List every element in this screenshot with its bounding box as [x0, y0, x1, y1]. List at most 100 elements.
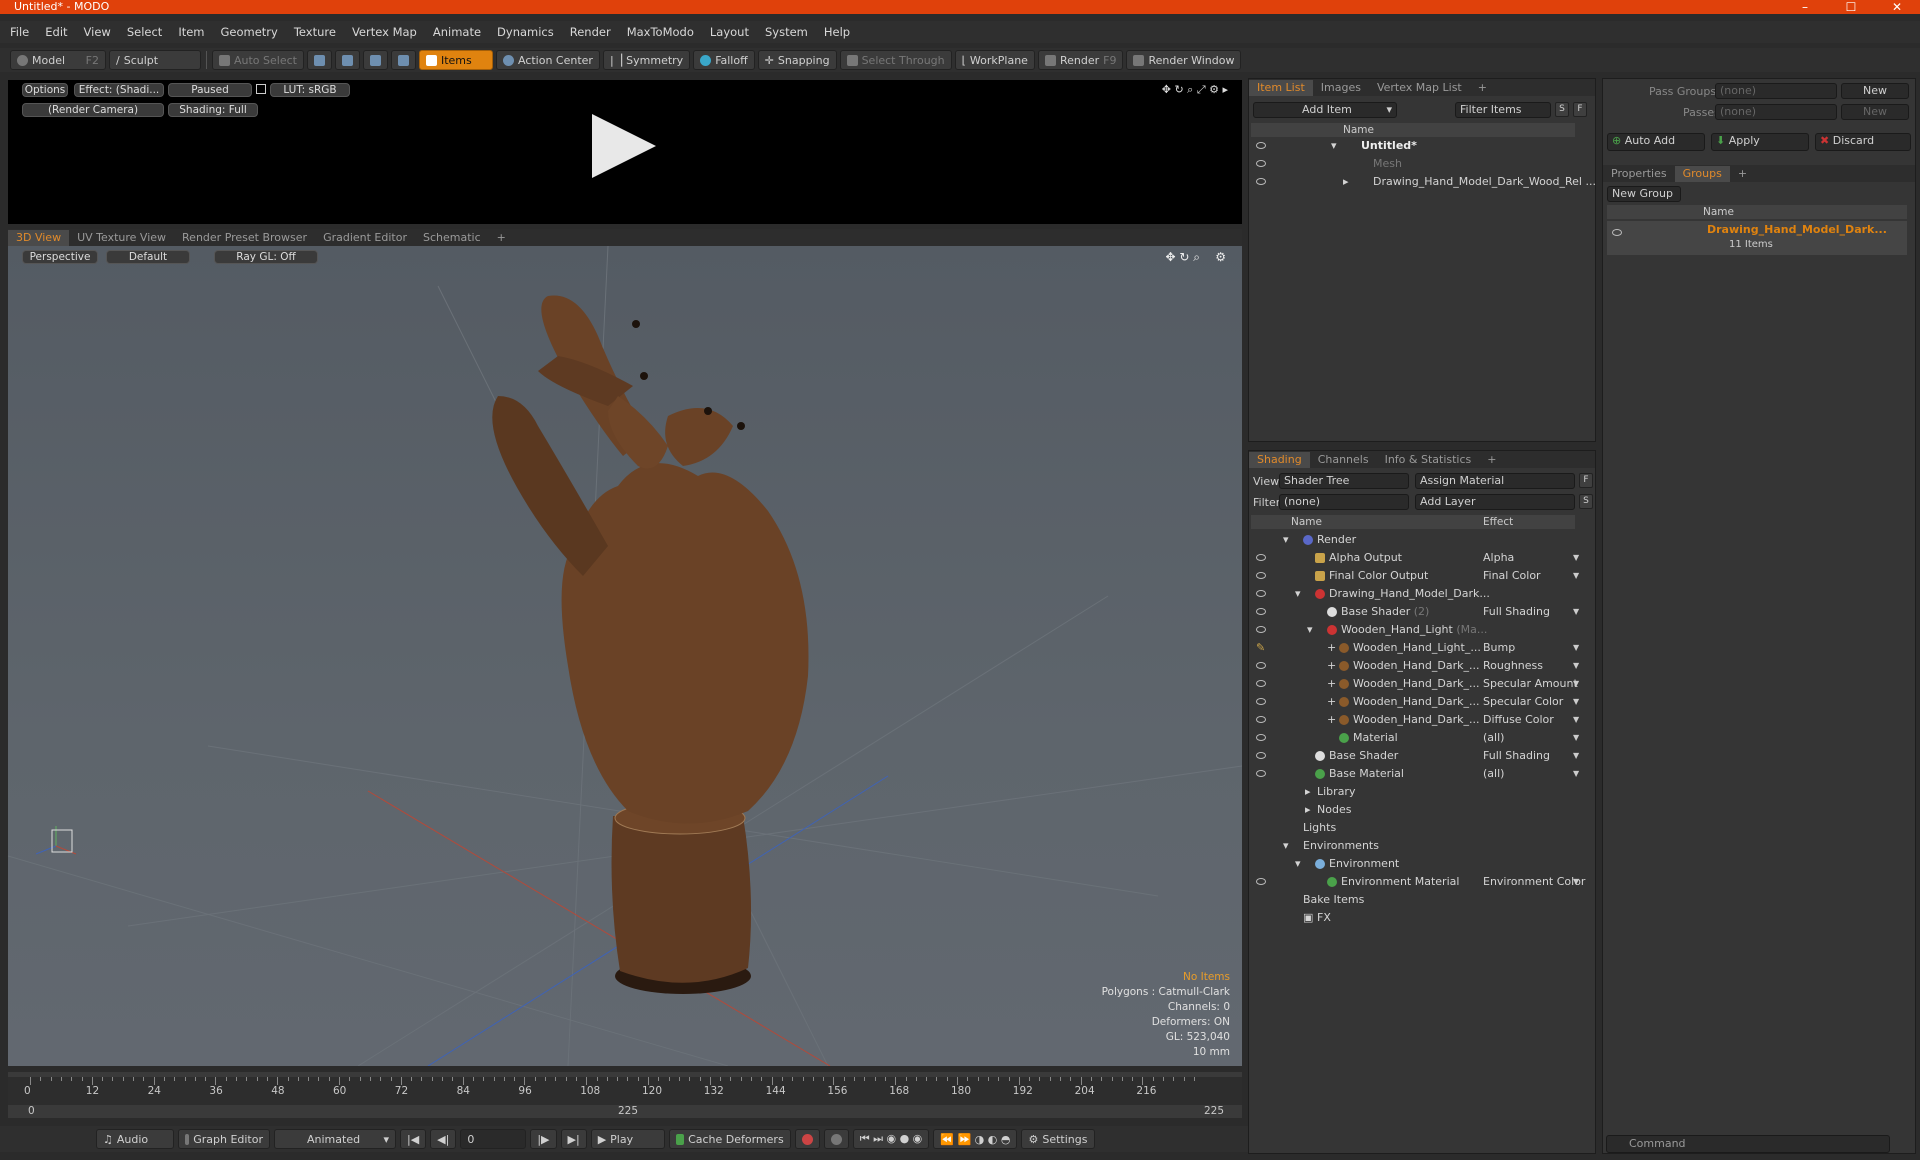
shader-row-render[interactable]: ▾ Render: [1251, 531, 1575, 549]
eye-icon[interactable]: [1256, 662, 1266, 669]
menu-geometry[interactable]: Geometry: [213, 21, 286, 43]
preview-effect-dropdown[interactable]: Effect: (Shadi...: [74, 83, 164, 97]
expand-icon[interactable]: ▾: [1331, 137, 1337, 155]
menu-edit[interactable]: Edit: [37, 21, 75, 43]
shader-row-texture-diffuse-color[interactable]: + Wooden_Hand_Dark_... Diffuse Color ▼: [1251, 711, 1579, 729]
prev-key-button[interactable]: ◀|: [430, 1129, 457, 1149]
item-list-s-button[interactable]: S: [1555, 102, 1569, 117]
shader-row-environment-material[interactable]: Environment Material Environment Color ▼: [1251, 873, 1585, 891]
play-icon[interactable]: [592, 114, 656, 178]
tab-vertex-map-list[interactable]: Vertex Map List: [1369, 80, 1470, 96]
tab-properties[interactable]: Properties: [1603, 166, 1675, 182]
shader-row-texture-specular-amount[interactable]: + Wooden_Hand_Dark_... Specular Amount ▼: [1251, 675, 1579, 693]
menu-view[interactable]: View: [76, 21, 119, 43]
command-input[interactable]: Command: [1606, 1135, 1890, 1153]
go-to-end-button[interactable]: ▶|: [560, 1129, 587, 1149]
filter-dropdown[interactable]: (none): [1279, 494, 1409, 510]
preview-paused-button[interactable]: Paused: [168, 83, 252, 97]
eye-icon[interactable]: [1256, 752, 1266, 759]
shader-row-fx[interactable]: ▣ FX: [1251, 909, 1575, 927]
shader-row-texture-roughness[interactable]: + Wooden_Hand_Dark_... Roughness ▼: [1251, 657, 1579, 675]
eye-icon[interactable]: [1256, 160, 1266, 167]
lock-icon[interactable]: [256, 84, 266, 94]
chevron-down-icon[interactable]: ▼: [1573, 747, 1579, 765]
assign-material-button[interactable]: Assign Material: [1415, 473, 1575, 489]
tab-uv-texture-view[interactable]: UV Texture View: [69, 230, 174, 246]
shading-s-button[interactable]: S: [1579, 494, 1593, 509]
tab-item-list[interactable]: Item List: [1249, 80, 1313, 96]
add-item-dropdown[interactable]: Add Item ▾: [1253, 102, 1397, 118]
settings-button[interactable]: ⚙ Settings: [1021, 1129, 1096, 1149]
shading-f-button[interactable]: F: [1579, 473, 1593, 488]
select-through-button[interactable]: Select Through: [839, 50, 952, 70]
chevron-down-icon[interactable]: ▼: [1573, 693, 1579, 711]
chevron-down-icon[interactable]: ▼: [1573, 603, 1579, 621]
record-key-button[interactable]: [794, 1129, 820, 1149]
chevron-down-icon[interactable]: ▼: [1573, 711, 1579, 729]
add-tab-button[interactable]: +: [489, 230, 514, 246]
apply-button[interactable]: ⬇ Apply: [1711, 133, 1809, 151]
menu-dynamics[interactable]: Dynamics: [489, 21, 562, 43]
shader-row-base-shader-2[interactable]: Base Shader Full Shading ▼: [1251, 747, 1579, 765]
auto-key-button[interactable]: [823, 1129, 849, 1149]
snapping-button[interactable]: ✛ Snapping: [757, 50, 837, 70]
menu-select[interactable]: Select: [119, 21, 170, 43]
passes-dropdown[interactable]: (none): [1715, 104, 1837, 120]
eye-icon[interactable]: [1256, 698, 1266, 705]
go-to-start-button[interactable]: |◀: [400, 1129, 427, 1149]
timeline[interactable]: 0 12 24 36 48 60 72 84 96 108 120 132 144 156 168 180 19…: [8, 1072, 1242, 1118]
tab-info-statistics[interactable]: Info & Statistics: [1377, 452, 1480, 468]
key-controls[interactable]: ⏮ ⏭ ◉ ● ◉: [852, 1129, 930, 1149]
tab-schematic[interactable]: Schematic: [415, 230, 489, 246]
shader-row-wooden-hand-light[interactable]: ▾ Wooden_Hand_Light (Ma...: [1251, 621, 1575, 639]
eye-icon[interactable]: [1256, 680, 1266, 687]
item-list-f-button[interactable]: F: [1573, 102, 1587, 117]
brush-icon[interactable]: ✎: [1256, 639, 1265, 657]
eye-icon[interactable]: [1256, 178, 1266, 185]
shader-row-environments[interactable]: ▾ Environments: [1251, 837, 1575, 855]
eye-icon[interactable]: [1256, 608, 1266, 615]
chevron-down-icon[interactable]: ▼: [1573, 639, 1579, 657]
eye-icon[interactable]: [1256, 734, 1266, 741]
shader-row-base-material[interactable]: Base Material (all) ▼: [1251, 765, 1579, 783]
tab-channels[interactable]: Channels: [1310, 452, 1377, 468]
eye-icon[interactable]: [1256, 590, 1266, 597]
play-button[interactable]: ▶ Play: [590, 1129, 665, 1149]
model-button[interactable]: Model F2: [10, 50, 106, 70]
next-key-button[interactable]: |▶: [530, 1129, 557, 1149]
shader-row-texture-bump[interactable]: ✎ + Wooden_Hand_Light_... Bump ▼: [1251, 639, 1579, 657]
filter-items-input[interactable]: Filter Items: [1455, 102, 1551, 118]
eye-icon[interactable]: [1256, 554, 1266, 561]
menu-texture[interactable]: Texture: [286, 21, 344, 43]
tab-gradient-editor[interactable]: Gradient Editor: [315, 230, 415, 246]
chevron-down-icon[interactable]: ▼: [1573, 567, 1579, 585]
graph-editor-button[interactable]: Graph Editor: [178, 1129, 270, 1149]
chevron-down-icon[interactable]: ▼: [1573, 873, 1579, 891]
vertices-mode-button[interactable]: [306, 50, 332, 70]
menu-file[interactable]: File: [2, 21, 37, 43]
symmetry-button[interactable]: |▕ Symmetry: [602, 50, 691, 70]
falloff-button[interactable]: Falloff: [693, 50, 755, 70]
new-pass-group-button[interactable]: New: [1841, 83, 1909, 99]
new-pass-button[interactable]: New: [1841, 104, 1909, 120]
shader-row-library[interactable]: ▸ Library: [1251, 783, 1575, 801]
discard-button[interactable]: ✖ Discard: [1815, 133, 1911, 151]
polygons-mode-button[interactable]: [362, 50, 388, 70]
tab-shading[interactable]: Shading: [1249, 452, 1310, 468]
tab-groups[interactable]: Groups: [1674, 166, 1730, 182]
menu-maxtomodo[interactable]: MaxToModo: [619, 21, 702, 43]
eye-icon[interactable]: [1256, 572, 1266, 579]
eye-icon[interactable]: [1612, 229, 1622, 236]
chevron-down-icon[interactable]: ▼: [1573, 765, 1579, 783]
shader-row-alpha-output[interactable]: Alpha Output Alpha ▼: [1251, 549, 1579, 567]
eye-icon[interactable]: [1256, 878, 1266, 885]
viewport-3d[interactable]: Perspective Default Ray GL: Off ✥ ↻ ⌕ ⚙: [8, 246, 1242, 1066]
timeline-ruler[interactable]: 0 12 24 36 48 60 72 84 96 108 120 132 144 156 168 180 19…: [8, 1077, 1242, 1105]
new-group-button[interactable]: New Group: [1607, 186, 1681, 202]
render-window-button[interactable]: Render Window: [1126, 50, 1242, 70]
shader-row-hand-model[interactable]: ▾ Drawing_Hand_Model_Dark...: [1251, 585, 1575, 603]
chevron-down-icon[interactable]: ▼: [1573, 675, 1579, 693]
menu-render[interactable]: Render: [562, 21, 619, 43]
chevron-down-icon[interactable]: ▼: [1573, 549, 1579, 567]
add-tab-button[interactable]: +: [1479, 452, 1504, 468]
